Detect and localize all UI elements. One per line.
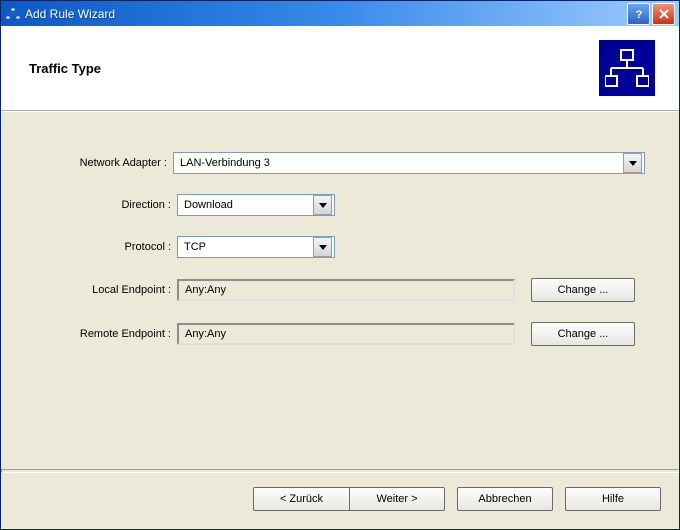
protocol-select[interactable]: TCP: [177, 236, 335, 258]
network-adapter-value: LAN-Verbindung 3: [180, 157, 270, 169]
label-protocol: Protocol :: [35, 241, 177, 253]
network-adapter-select[interactable]: LAN-Verbindung 3: [173, 152, 645, 174]
protocol-value: TCP: [184, 241, 206, 253]
local-endpoint-field: Any:Any: [177, 279, 515, 301]
page-title: Traffic Type: [29, 61, 101, 76]
label-network-adapter: Network Adapter :: [35, 157, 173, 169]
direction-value: Download: [184, 199, 233, 211]
help-icon[interactable]: ?: [627, 3, 650, 25]
wizard-footer: < Zurück Weiter > Abbrechen Hilfe: [1, 473, 679, 529]
label-direction: Direction :: [35, 199, 177, 211]
network-icon: [599, 40, 655, 96]
row-direction: Direction : Download: [35, 194, 645, 216]
label-remote-endpoint: Remote Endpoint :: [35, 328, 177, 340]
local-endpoint-value: Any:Any: [185, 284, 226, 296]
chevron-down-icon: [313, 195, 332, 215]
cancel-button[interactable]: Abbrechen: [457, 487, 553, 511]
app-icon: [5, 6, 21, 22]
title-bar: Add Rule Wizard ?: [1, 1, 679, 26]
wizard-header: Traffic Type: [1, 26, 679, 112]
remote-endpoint-value: Any:Any: [185, 328, 226, 340]
back-button[interactable]: < Zurück: [253, 487, 349, 511]
wizard-body: Network Adapter : LAN-Verbindung 3 Direc…: [1, 112, 679, 469]
change-remote-endpoint-button[interactable]: Change ...: [531, 322, 635, 346]
help-button[interactable]: Hilfe: [565, 487, 661, 511]
row-local-endpoint: Local Endpoint : Any:Any Change ...: [35, 278, 645, 302]
row-network-adapter: Network Adapter : LAN-Verbindung 3: [35, 152, 645, 174]
row-protocol: Protocol : TCP: [35, 236, 645, 258]
chevron-down-icon: [623, 153, 642, 173]
next-button[interactable]: Weiter >: [349, 487, 445, 511]
direction-select[interactable]: Download: [177, 194, 335, 216]
close-icon[interactable]: [652, 3, 675, 25]
svg-text:?: ?: [635, 9, 642, 20]
remote-endpoint-field: Any:Any: [177, 323, 515, 345]
row-remote-endpoint: Remote Endpoint : Any:Any Change ...: [35, 322, 645, 346]
chevron-down-icon: [313, 237, 332, 257]
wizard-window: Add Rule Wizard ? Traffic Type: [0, 0, 680, 530]
change-local-endpoint-button[interactable]: Change ...: [531, 278, 635, 302]
window-title: Add Rule Wizard: [25, 7, 627, 21]
label-local-endpoint: Local Endpoint :: [35, 284, 177, 296]
